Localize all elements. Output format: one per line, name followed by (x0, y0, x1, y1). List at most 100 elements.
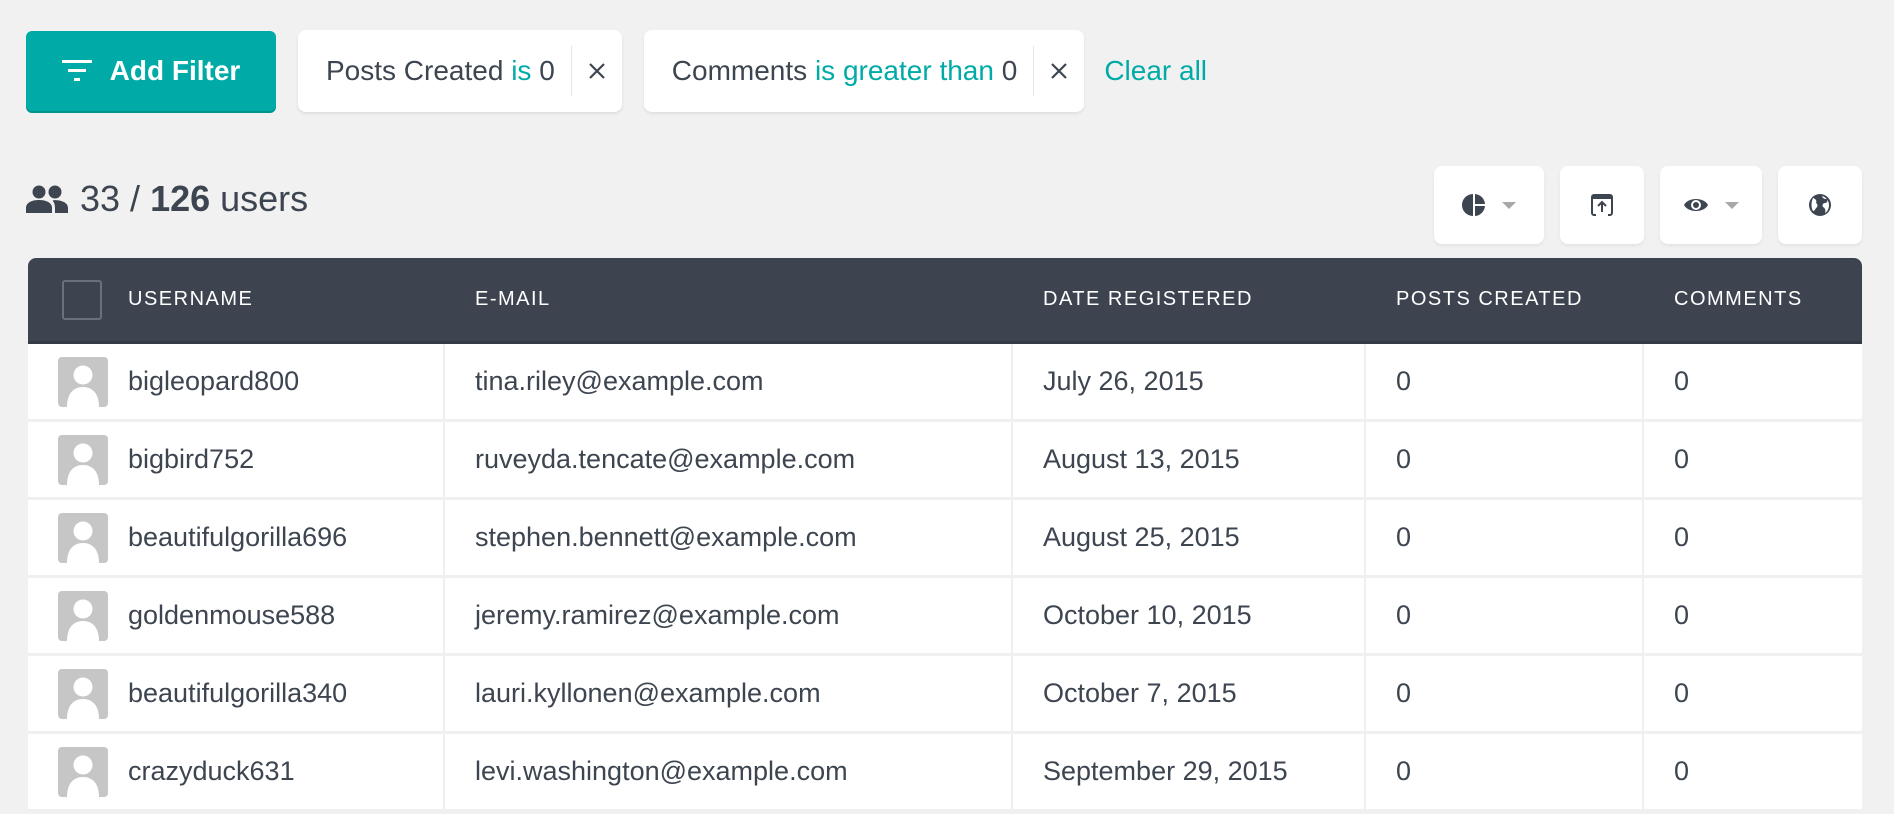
filter-icon (61, 60, 92, 81)
default-avatar-icon (67, 677, 99, 719)
filter-field: Comments (671, 55, 808, 86)
column-label: DATE REGISTERED (1043, 288, 1253, 310)
language-button[interactable] (1778, 166, 1862, 244)
date-text: October 7, 2015 (1043, 678, 1237, 708)
cell-date-registered: October 7, 2015 (1013, 656, 1366, 731)
pie-chart-icon (1462, 194, 1485, 216)
username-link[interactable]: bigleopard800 (128, 366, 299, 397)
cell-email: levi.washington@example.com (445, 734, 1013, 809)
eye-icon (1684, 199, 1708, 211)
username-link[interactable]: bigbird752 (128, 444, 254, 475)
column-header-date-registered[interactable]: DATE REGISTERED (1013, 258, 1366, 341)
count-unit: users (220, 178, 309, 219)
chart-dropdown-button[interactable] (1434, 166, 1544, 244)
cell-date-registered: September 29, 2015 (1013, 734, 1366, 809)
posts-count: 0 (1396, 444, 1412, 474)
column-header-posts-created[interactable]: POSTS CREATED (1366, 258, 1644, 341)
cell-posts-created: 0 (1366, 422, 1644, 497)
table-toolbar (1434, 166, 1862, 244)
close-icon (589, 63, 605, 79)
select-all-checkbox[interactable] (62, 279, 102, 320)
cell-email: jeremy.ramirez@example.com (445, 578, 1013, 653)
filter-chip-text: Comments is greater than 0 (644, 55, 1034, 87)
cell-comments: 0 (1644, 734, 1862, 809)
table-row[interactable]: goldenmouse588 jeremy.ramirez@example.co… (28, 578, 1862, 656)
email-text: levi.washington@example.com (475, 756, 848, 786)
export-button[interactable] (1560, 166, 1644, 244)
table-body: bigleopard800 tina.riley@example.com Jul… (28, 344, 1862, 812)
cell-posts-created: 0 (1366, 734, 1644, 809)
comments-count: 0 (1674, 756, 1690, 786)
remove-filter-button[interactable] (1034, 30, 1084, 112)
avatar (58, 668, 108, 719)
comments-count: 0 (1674, 522, 1690, 552)
cell-comments: 0 (1644, 578, 1862, 653)
column-label: COMMENTS (1674, 288, 1803, 310)
cell-posts-created: 0 (1366, 344, 1644, 419)
date-text: August 25, 2015 (1043, 522, 1240, 552)
username-link[interactable]: goldenmouse588 (128, 600, 335, 631)
remove-filter-button[interactable] (572, 30, 622, 112)
count-separator: / (130, 178, 141, 219)
cell-posts-created: 0 (1366, 578, 1644, 653)
cell-date-registered: July 26, 2015 (1013, 344, 1366, 419)
filter-operator: is (511, 55, 532, 86)
user-count: 33 / 126 users (26, 178, 308, 220)
add-filter-label: Add Filter (109, 55, 241, 86)
clear-all-link[interactable]: Clear all (1104, 55, 1207, 87)
table-row[interactable]: bigleopard800 tina.riley@example.com Jul… (28, 344, 1862, 422)
date-text: July 26, 2015 (1043, 366, 1204, 396)
default-avatar-icon (67, 755, 99, 797)
default-avatar-icon (67, 599, 99, 641)
email-text: tina.riley@example.com (475, 366, 764, 396)
username-link[interactable]: beautifulgorilla696 (128, 522, 347, 553)
date-text: October 10, 2015 (1043, 600, 1252, 630)
column-label: POSTS CREATED (1396, 288, 1583, 310)
posts-count: 0 (1396, 756, 1412, 786)
table-row[interactable]: beautifulgorilla696 stephen.bennett@exam… (28, 500, 1862, 578)
table-row[interactable]: beautifulgorilla340 lauri.kyllonen@examp… (28, 656, 1862, 734)
cell-posts-created: 0 (1366, 656, 1644, 731)
cell-date-registered: October 10, 2015 (1013, 578, 1366, 653)
cell-comments: 0 (1644, 500, 1862, 575)
comments-count: 0 (1674, 444, 1690, 474)
cell-username: beautifulgorilla340 (28, 656, 445, 731)
column-header-username[interactable]: USERNAME (28, 258, 445, 341)
table-header: USERNAME E-MAIL DATE REGISTERED POSTS CR… (28, 258, 1862, 344)
cell-comments: 0 (1644, 344, 1862, 419)
column-label: E-MAIL (475, 288, 551, 310)
cell-comments: 0 (1644, 656, 1862, 731)
close-icon (1051, 63, 1068, 79)
filter-chip-comments[interactable]: Comments is greater than 0 (643, 30, 1085, 112)
table-row[interactable]: bigbird752 ruveyda.tencate@example.com A… (28, 422, 1862, 500)
cell-email: lauri.kyllonen@example.com (445, 656, 1013, 731)
table-row[interactable]: crazyduck631 levi.washington@example.com… (28, 734, 1862, 812)
add-filter-button[interactable]: Add Filter (26, 31, 276, 111)
cell-username: bigbird752 (28, 422, 445, 497)
default-avatar-icon (67, 521, 99, 563)
avatar (58, 512, 108, 563)
email-text: ruveyda.tencate@example.com (475, 444, 856, 474)
cell-date-registered: August 25, 2015 (1013, 500, 1366, 575)
column-header-email[interactable]: E-MAIL (445, 258, 1013, 341)
cell-email: stephen.bennett@example.com (445, 500, 1013, 575)
total-count: 126 (150, 178, 211, 219)
export-icon (1591, 194, 1613, 216)
users-icon (26, 185, 68, 213)
date-text: September 29, 2015 (1043, 756, 1288, 786)
column-header-comments[interactable]: COMMENTS (1644, 258, 1862, 341)
chevron-down-icon (1502, 201, 1516, 209)
comments-count: 0 (1674, 678, 1690, 708)
avatar (58, 356, 108, 407)
email-text: lauri.kyllonen@example.com (475, 678, 821, 708)
filter-bar: Add Filter Posts Created is 0 Comments i… (26, 30, 1207, 112)
posts-count: 0 (1396, 678, 1412, 708)
filter-chip-posts-created[interactable]: Posts Created is 0 (298, 30, 622, 112)
filter-value: 0 (539, 55, 555, 86)
username-link[interactable]: crazyduck631 (128, 756, 295, 787)
visibility-dropdown-button[interactable] (1660, 166, 1762, 244)
comments-count: 0 (1674, 366, 1690, 396)
chevron-down-icon (1725, 201, 1739, 209)
date-text: August 13, 2015 (1043, 444, 1240, 474)
username-link[interactable]: beautifulgorilla340 (128, 678, 347, 709)
